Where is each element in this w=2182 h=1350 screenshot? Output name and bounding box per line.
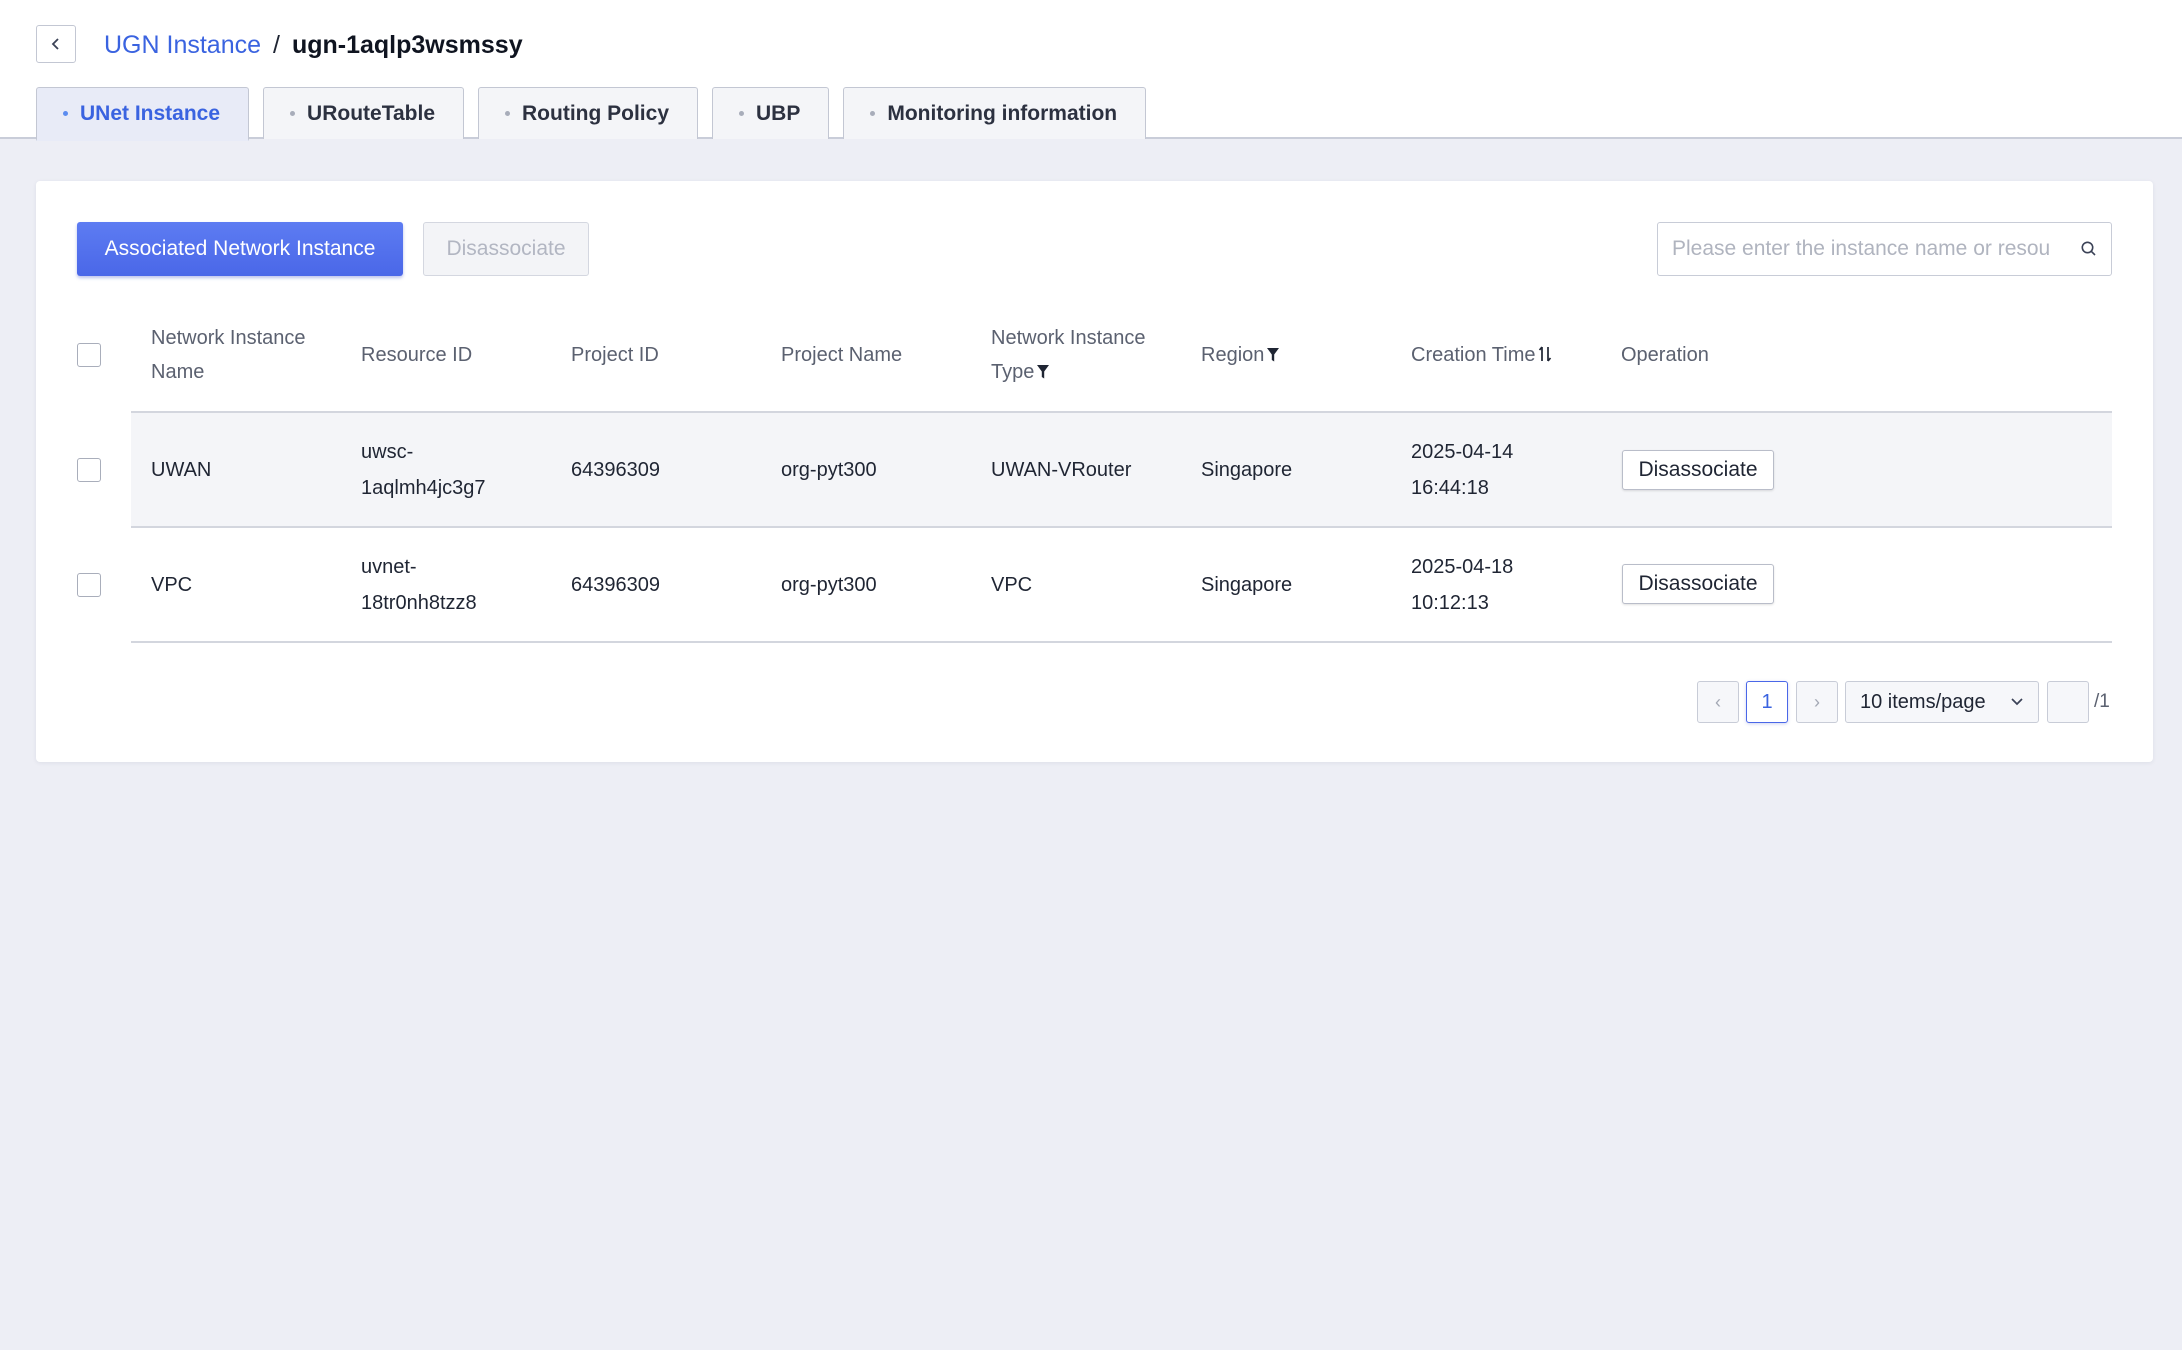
header-name-line2: Name	[151, 361, 205, 383]
header-creation-time-label: Creation Time	[1411, 344, 1536, 366]
cell-project-id: 64396309	[571, 574, 660, 596]
tab-dot	[290, 111, 296, 116]
breadcrumb-parent-link[interactable]: UGN Instance	[104, 31, 261, 60]
header-project-name: Project Name	[781, 344, 903, 366]
tab-label: URouteTable	[307, 101, 435, 125]
header-type-line2: Type	[991, 361, 1035, 383]
disassociate-row-button[interactable]: Disassociate	[1622, 564, 1774, 604]
breadcrumb-separator: /	[273, 30, 280, 59]
pagination-next-button[interactable]: ›	[1796, 681, 1838, 723]
header-project-id: Project ID	[571, 344, 659, 366]
cell-project-name: org-pyt300	[781, 574, 877, 596]
header-resource-id: Resource ID	[361, 344, 473, 366]
disassociate-row-button[interactable]: Disassociate	[1622, 450, 1774, 490]
page-header: UGN Instance / ugn-1aqlp3wsmssy UNet Ins…	[0, 0, 2182, 141]
back-button[interactable]	[36, 25, 76, 63]
tab-uroutetable[interactable]: URouteTable	[263, 87, 464, 139]
header-name-line1: Network Instance	[151, 327, 306, 349]
tab-monitoring-information[interactable]: Monitoring information	[843, 87, 1147, 139]
row-checkbox[interactable]	[77, 573, 101, 597]
row-divider	[131, 641, 2112, 643]
pagination-current-page[interactable]: 1	[1746, 681, 1788, 723]
creation-time: 16:44:18	[1411, 477, 1489, 499]
resource-id-line1: uvnet-	[361, 556, 417, 578]
breadcrumb: UGN Instance / ugn-1aqlp3wsmssy	[104, 28, 523, 62]
header-region: Region	[1201, 338, 1280, 372]
row-divider	[131, 526, 2112, 528]
tab-label: UBP	[756, 101, 801, 125]
cell-resource-id: uvnet- 18tr0nh8tzz8	[361, 549, 477, 621]
header-network-instance-name: Network Instance Name	[151, 321, 306, 389]
cell-region: Singapore	[1201, 574, 1293, 596]
cell-region: Singapore	[1201, 459, 1293, 481]
back-chevron-icon	[51, 38, 59, 50]
tab-label: UNet Instance	[80, 101, 221, 125]
cell-creation-time: 2025-04-18 10:12:13	[1411, 549, 1513, 621]
tab-dot	[505, 111, 510, 116]
resource-id-line2: 1aqlmh4jc3g7	[361, 477, 486, 499]
header-network-instance-type: Network Instance Type	[991, 321, 1146, 389]
chevron-down-icon	[2011, 698, 2023, 706]
header-operation: Operation	[1621, 344, 1709, 366]
creation-date: 2025-04-18	[1411, 556, 1514, 578]
instance-list-card: Associated Network Instance Disassociate…	[36, 181, 2153, 762]
cell-project-id: 64396309	[571, 459, 660, 481]
cell-name: UWAN	[151, 459, 212, 481]
page-size-value: 10 items/page	[1860, 690, 1986, 713]
cell-type: VPC	[991, 574, 1033, 596]
tab-dot	[739, 111, 744, 116]
header-region-label: Region	[1201, 344, 1265, 366]
filter-icon[interactable]	[1036, 364, 1050, 380]
tab-routing-policy[interactable]: Routing Policy	[478, 87, 698, 139]
tab-label: Monitoring information	[887, 101, 1118, 125]
search-icon[interactable]	[2067, 223, 2111, 275]
cell-type: UWAN-VRouter	[991, 459, 1132, 481]
disassociate-bulk-button: Disassociate	[423, 222, 589, 276]
associate-network-instance-button[interactable]: Associated Network Instance	[77, 222, 403, 276]
search-box	[1657, 222, 2112, 276]
header-creation-time: Creation Time	[1411, 338, 1552, 372]
creation-date: 2025-04-14	[1411, 441, 1514, 463]
resource-id-line2: 18tr0nh8tzz8	[361, 592, 477, 614]
tab-label: Routing Policy	[522, 101, 669, 125]
creation-time: 10:12:13	[1411, 592, 1489, 614]
cell-resource-id: uwsc- 1aqlmh4jc3g7	[361, 434, 486, 506]
sort-icon[interactable]	[1538, 345, 1552, 363]
tab-unet-instance[interactable]: UNet Instance	[36, 87, 250, 141]
select-all-checkbox[interactable]	[77, 343, 101, 367]
cell-project-name: org-pyt300	[781, 459, 877, 481]
filter-icon[interactable]	[1266, 347, 1280, 363]
pagination-prev-button[interactable]: ‹	[1697, 681, 1739, 723]
search-input[interactable]	[1658, 223, 2067, 275]
tab-dot	[63, 111, 68, 116]
page-jump-input[interactable]	[2047, 681, 2089, 723]
page-size-select[interactable]: 10 items/page	[1845, 681, 2039, 723]
tab-dot	[870, 111, 876, 116]
pagination-total-pages: /1	[2094, 691, 2110, 712]
cell-name: VPC	[151, 574, 193, 596]
tab-bar: UNet Instance URouteTable Routing Policy…	[36, 86, 1160, 141]
breadcrumb-current: ugn-1aqlp3wsmssy	[291, 30, 523, 59]
header-type-line1: Network Instance	[991, 327, 1146, 349]
tab-ubp[interactable]: UBP	[712, 87, 830, 139]
cell-creation-time: 2025-04-14 16:44:18	[1411, 434, 1513, 506]
resource-id-line1: uwsc-	[361, 441, 414, 463]
row-checkbox[interactable]	[77, 458, 101, 482]
